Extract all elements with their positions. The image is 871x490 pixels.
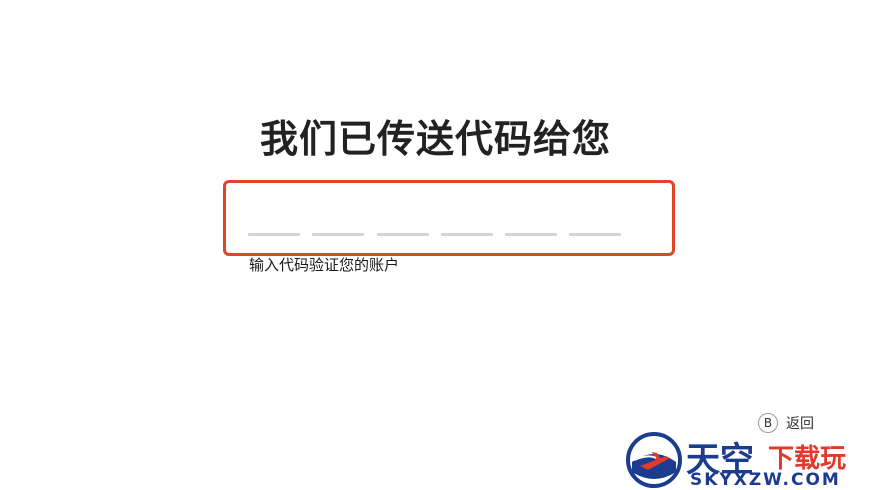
back-label: 返回 bbox=[786, 416, 814, 432]
code-digit-slot-1[interactable] bbox=[248, 233, 300, 236]
back-button[interactable]: B 返回 bbox=[758, 413, 814, 433]
airplane-globe-icon bbox=[626, 432, 682, 488]
code-digit-slot-2[interactable] bbox=[312, 233, 364, 236]
code-digit-slot-4[interactable] bbox=[441, 233, 493, 236]
code-hint-text: 输入代码验证您的账户 bbox=[249, 256, 400, 274]
code-digit-slot-5[interactable] bbox=[505, 233, 557, 236]
watermark-domain: SKYXZW.COM bbox=[690, 470, 841, 490]
watermark-logo: 天空 下载玩 SKYXZW.COM bbox=[626, 432, 866, 490]
code-digit-slot-6[interactable] bbox=[569, 233, 621, 236]
page-title: 我们已传送代码给您 bbox=[0, 108, 871, 163]
code-digit-slot-3[interactable] bbox=[377, 233, 429, 236]
b-key-icon: B bbox=[758, 413, 778, 433]
page-title-text: 我们已传送代码给您 bbox=[259, 117, 611, 161]
verification-code-input[interactable] bbox=[223, 180, 675, 256]
